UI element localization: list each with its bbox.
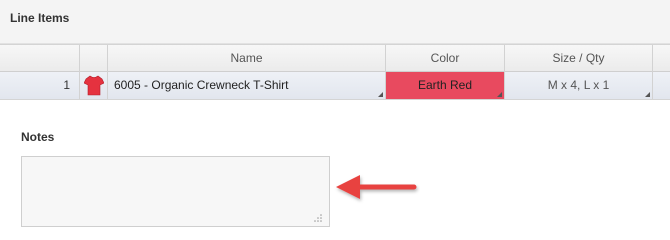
column-header-filler	[653, 45, 670, 72]
row-image-cell	[80, 72, 108, 99]
color-value: Earth Red	[417, 78, 473, 92]
grid-header-row: Name Color Size / Qty	[0, 45, 670, 72]
column-header-image	[80, 45, 108, 72]
column-header-number	[0, 45, 80, 72]
dropdown-corner-icon[interactable]	[497, 92, 502, 97]
column-header-size-qty[interactable]: Size / Qty	[505, 45, 653, 72]
dropdown-corner-icon[interactable]	[645, 92, 650, 97]
table-row[interactable]: 1 6005 - Organic Crewneck T-Shirt Earth …	[0, 72, 670, 99]
arrow-left-icon	[336, 175, 417, 199]
column-header-name[interactable]: Name	[108, 45, 386, 72]
dropdown-corner-icon[interactable]	[378, 92, 383, 97]
notes-label: Notes	[21, 130, 55, 144]
color-cell[interactable]: Earth Red	[386, 72, 505, 99]
size-qty-cell[interactable]: M x 4, L x 1	[505, 72, 653, 99]
line-items-grid: Name Color Size / Qty 1 6005 - Organic C…	[0, 44, 670, 100]
product-name: 6005 - Organic Crewneck T-Shirt	[114, 78, 289, 92]
size-qty-value: M x 4, L x 1	[547, 78, 610, 92]
line-items-header: Line Items	[0, 0, 670, 44]
tshirt-icon	[84, 75, 104, 96]
product-name-cell[interactable]: 6005 - Organic Crewneck T-Shirt	[108, 72, 386, 99]
row-number: 1	[0, 72, 80, 99]
resize-grip-icon[interactable]	[313, 213, 323, 223]
panel-title: Line Items	[10, 11, 70, 25]
notes-textarea[interactable]	[21, 156, 330, 227]
row-filler	[653, 72, 670, 99]
column-header-color[interactable]: Color	[386, 45, 505, 72]
